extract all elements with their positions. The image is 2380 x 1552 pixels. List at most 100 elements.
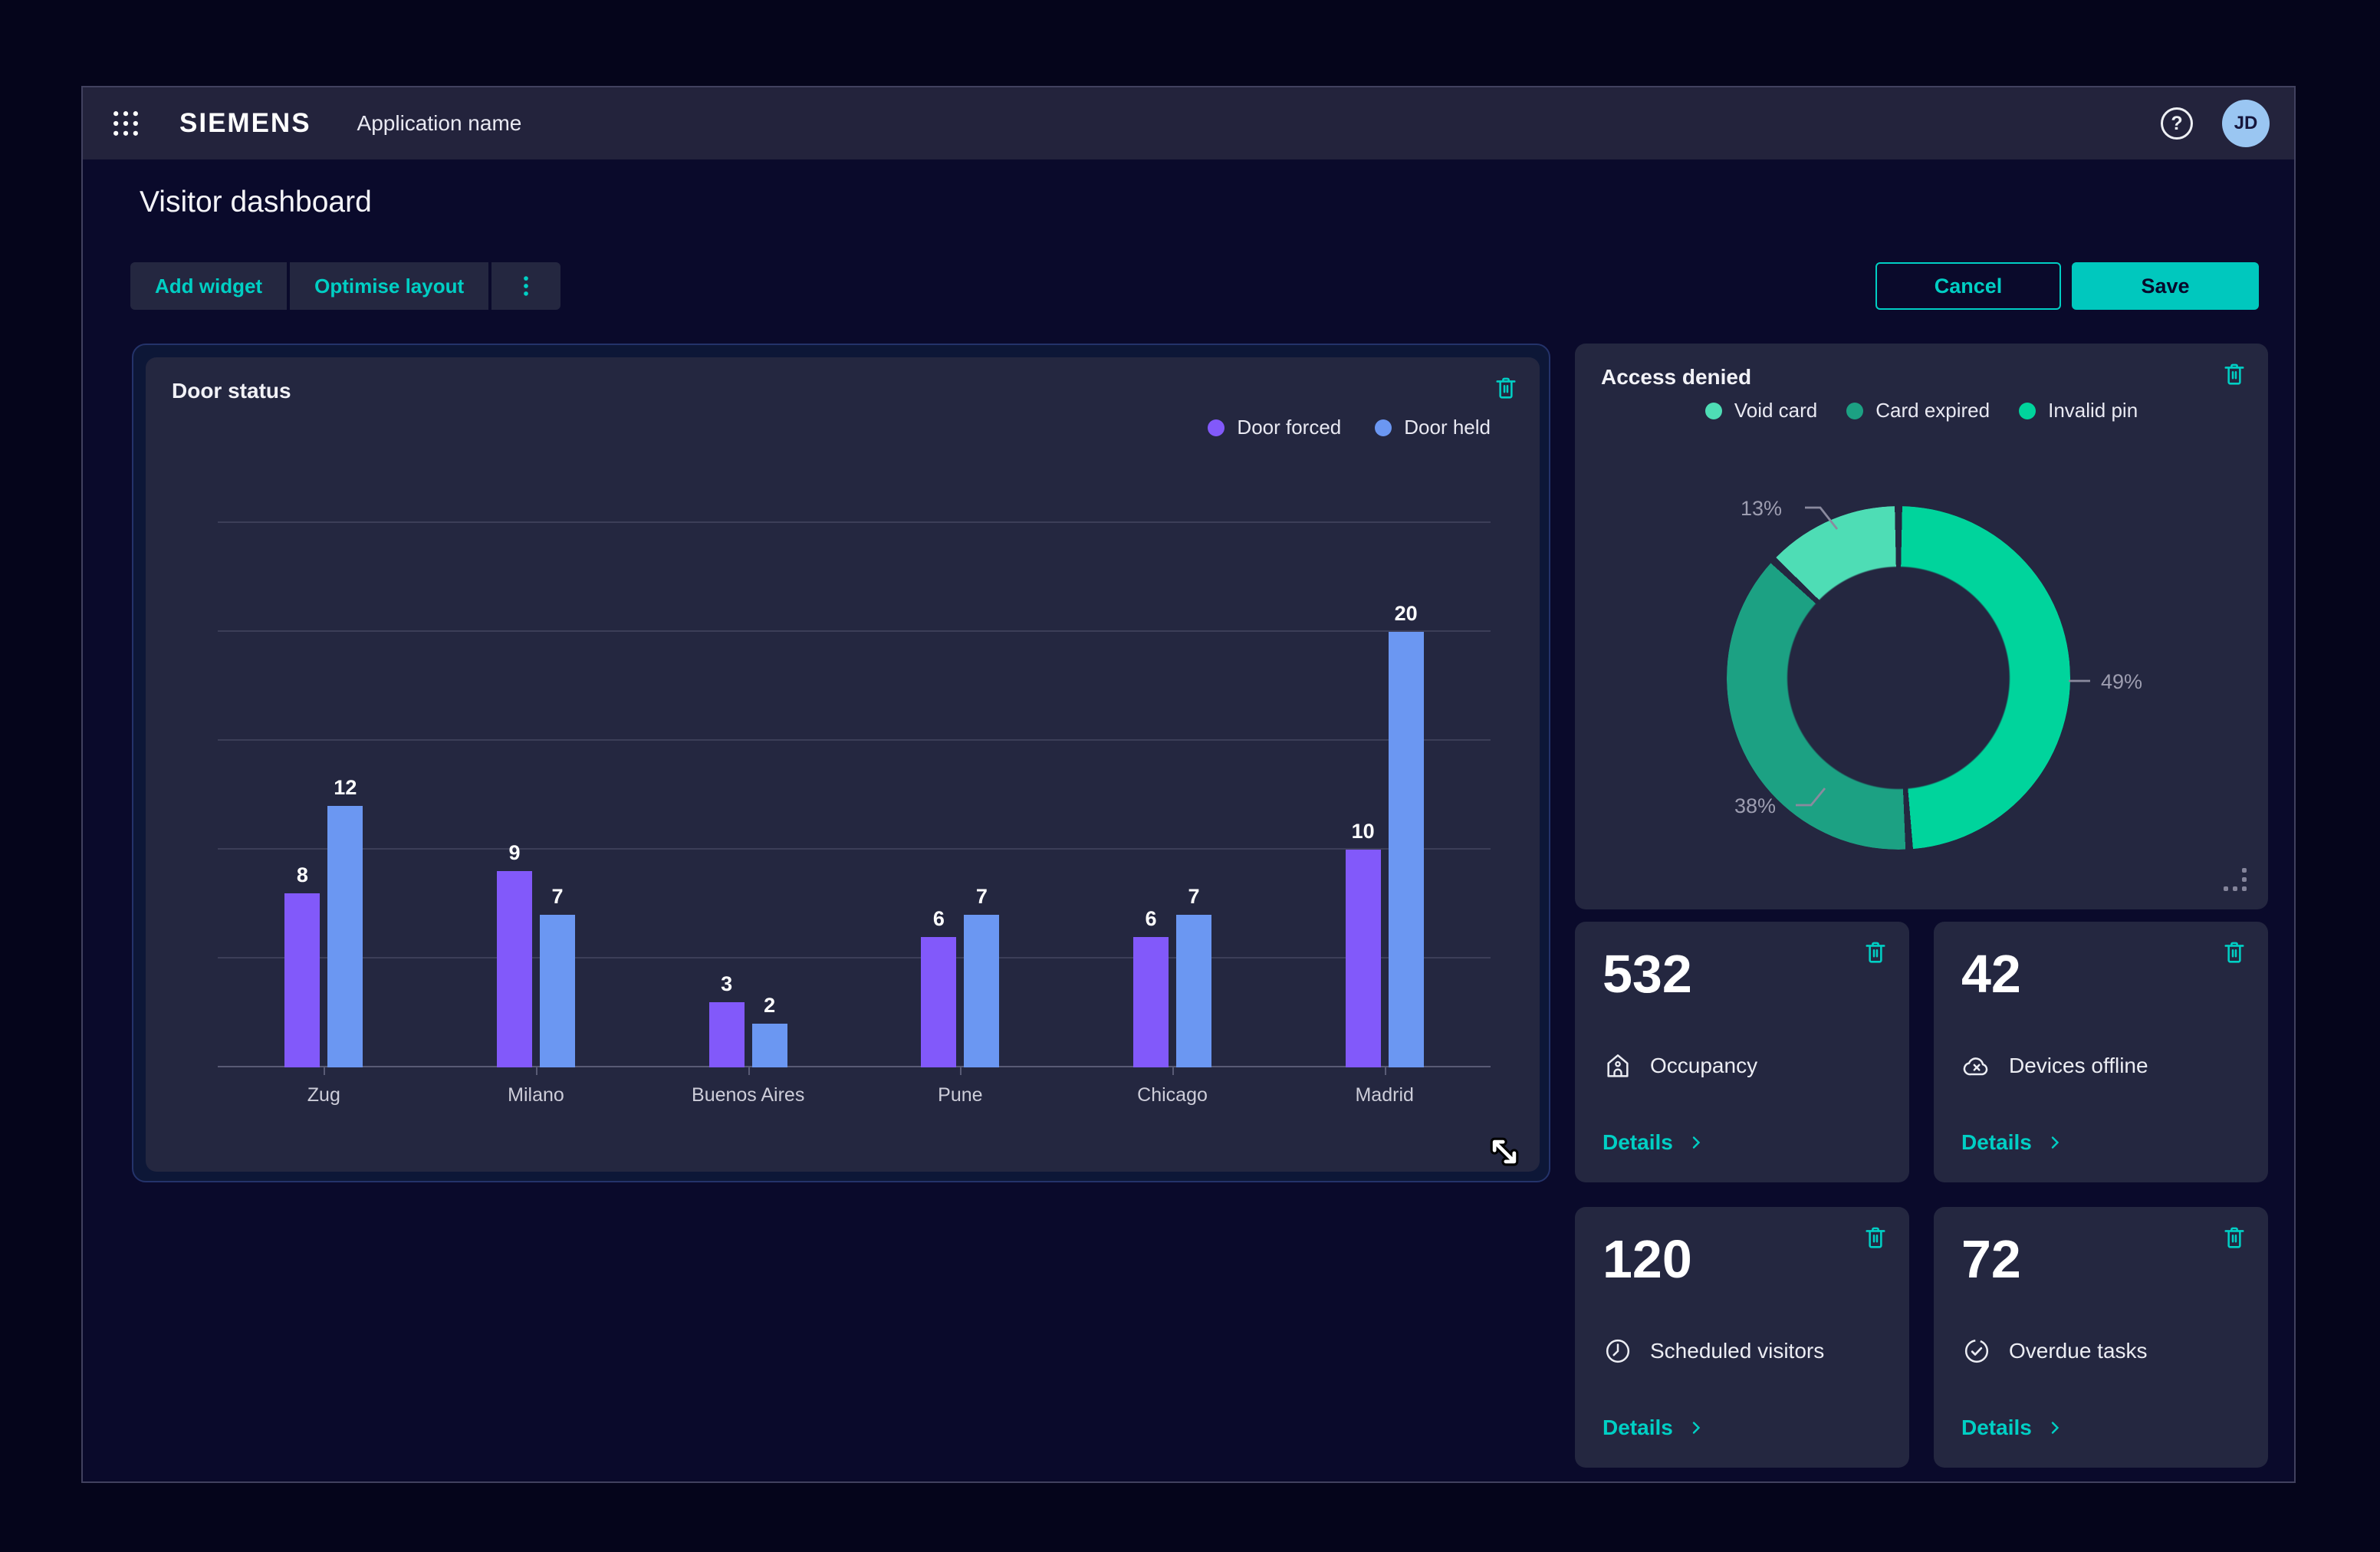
door-chart-legend: Door forced Door held (1208, 416, 1491, 439)
x-axis-label: Zug (218, 1084, 430, 1106)
bar-value-label: 12 (334, 776, 357, 800)
bar-door-forced[interactable] (709, 1002, 745, 1067)
x-axis-label: Chicago (1067, 1084, 1279, 1106)
optimise-layout-button[interactable]: Optimise layout (290, 262, 488, 310)
x-axis-label: Milano (430, 1084, 643, 1106)
resize-cursor-icon (1488, 1135, 1521, 1169)
details-label: Details (1603, 1130, 1673, 1155)
details-label: Details (1961, 1416, 2032, 1440)
bar-value-label: 7 (1188, 885, 1200, 909)
delete-widget-icon[interactable] (1862, 1224, 1889, 1251)
clock-icon (1603, 1336, 1633, 1366)
drag-handle-dots-icon[interactable] (2224, 868, 2247, 891)
bar-value-label: 3 (721, 972, 732, 996)
legend-dot (1705, 403, 1722, 419)
legend-item-door-forced[interactable]: Door forced (1208, 416, 1341, 439)
legend-label: Card expired (1875, 399, 1990, 423)
add-widget-button[interactable]: Add widget (130, 262, 287, 310)
legend-label: Door held (1404, 416, 1491, 439)
app-switcher-grid-icon[interactable] (106, 104, 146, 143)
chevron-right-icon (1687, 1133, 1705, 1152)
kpi-card-devices-offline[interactable]: 42 Devices offline Details (1934, 922, 2268, 1182)
donut-chart[interactable] (1727, 506, 2070, 850)
check-circle-icon (1961, 1336, 1992, 1366)
door-status-card: Door status Door forced Door held (146, 357, 1540, 1172)
details-label: Details (1603, 1416, 1673, 1440)
access-denied-card[interactable]: Access denied Void card Card expired Inv… (1575, 344, 2268, 909)
bar-door-held[interactable] (540, 915, 575, 1067)
door-status-selection-wrapper[interactable]: Door status Door forced Door held (132, 344, 1550, 1182)
bar-value-label: 9 (508, 841, 520, 865)
bar-value-label: 8 (297, 863, 308, 887)
legend-dot (2019, 403, 2036, 419)
details-link[interactable]: Details (1603, 1130, 1705, 1155)
legend-item-door-held[interactable]: Door held (1375, 416, 1491, 439)
kpi-label: Overdue tasks (2009, 1339, 2148, 1363)
kebab-menu-icon[interactable] (491, 262, 560, 310)
bar-value-label: 6 (1146, 907, 1157, 931)
x-axis-label: Pune (854, 1084, 1067, 1106)
kpi-label: Devices offline (2009, 1054, 2148, 1078)
bar-door-held[interactable] (752, 1024, 787, 1067)
kpi-card-occupancy[interactable]: 532 Occupancy Details (1575, 922, 1909, 1182)
bar-door-forced[interactable] (1346, 850, 1381, 1067)
pie-label-38: 38% (1734, 794, 1776, 818)
save-button[interactable]: Save (2072, 262, 2259, 310)
delete-widget-icon[interactable] (1862, 939, 1889, 966)
x-axis-label: Buenos Aires (642, 1084, 854, 1106)
delete-widget-icon[interactable] (2221, 939, 2248, 966)
action-buttons: Cancel Save (1875, 262, 2259, 310)
bar-door-forced[interactable] (497, 871, 532, 1067)
delete-widget-icon[interactable] (2221, 1224, 2248, 1251)
bar-group-chicago: 6 7 Chicago (1067, 523, 1279, 1067)
details-link[interactable]: Details (1603, 1416, 1705, 1440)
pie-label-13: 13% (1741, 497, 1782, 521)
app-window: SIEMENS Application name ? JD Visitor da… (81, 86, 2296, 1483)
screen: SIEMENS Application name ? JD Visitor da… (0, 0, 2380, 1552)
cloud-offline-icon (1961, 1051, 1992, 1081)
bar-door-held[interactable] (1176, 915, 1211, 1067)
help-icon[interactable]: ? (2161, 107, 2193, 140)
legend-dot-blue (1375, 419, 1392, 436)
bar-door-held[interactable] (1389, 632, 1424, 1067)
door-status-title: Door status (172, 379, 291, 403)
avatar[interactable]: JD (2222, 100, 2270, 147)
bar-door-held[interactable] (327, 806, 363, 1067)
bar-value-label: 7 (551, 885, 563, 909)
details-label: Details (1961, 1130, 2032, 1155)
legend-label: Invalid pin (2048, 399, 2138, 423)
bar-door-forced[interactable] (1133, 937, 1169, 1067)
kpi-card-overdue-tasks[interactable]: 72 Overdue tasks Details (1934, 1207, 2268, 1468)
bar-value-label: 10 (1352, 820, 1375, 843)
legend-item-void-card[interactable]: Void card (1705, 399, 1817, 423)
bar-door-held[interactable] (964, 915, 999, 1067)
bars-row: 8 12 Zug 9 (218, 523, 1491, 1067)
bar-group-pune: 6 7 Pune (854, 523, 1067, 1067)
pie-label-49: 49% (2101, 670, 2142, 694)
axis-tick (536, 1067, 537, 1075)
page-title: Visitor dashboard (140, 186, 372, 219)
details-link[interactable]: Details (1961, 1416, 2064, 1440)
cancel-button[interactable]: Cancel (1875, 262, 2061, 310)
bar-value-label: 6 (933, 907, 945, 931)
kpi-label: Scheduled visitors (1650, 1339, 1824, 1363)
delete-widget-icon[interactable] (1492, 374, 1520, 402)
legend-item-invalid-pin[interactable]: Invalid pin (2019, 399, 2138, 423)
access-denied-title: Access denied (1601, 365, 1751, 390)
bar-group-buenos-aires: 3 2 Buenos Aires (642, 523, 854, 1067)
axis-tick (324, 1067, 325, 1075)
legend-item-card-expired[interactable]: Card expired (1846, 399, 1990, 423)
legend-label: Door forced (1237, 416, 1341, 439)
chevron-right-icon (2046, 1419, 2064, 1437)
kpi-label: Occupancy (1650, 1054, 1757, 1078)
siemens-logo: SIEMENS (179, 108, 311, 139)
legend-label: Void card (1734, 399, 1817, 423)
bar-door-forced[interactable] (921, 937, 956, 1067)
x-axis-label: Madrid (1278, 1084, 1491, 1106)
bar-door-forced[interactable] (284, 893, 320, 1067)
delete-widget-icon[interactable] (2221, 360, 2248, 388)
application-name: Application name (357, 111, 522, 136)
axis-tick (1172, 1067, 1174, 1075)
details-link[interactable]: Details (1961, 1130, 2064, 1155)
kpi-card-scheduled-visitors[interactable]: 120 Scheduled visitors Details (1575, 1207, 1909, 1468)
